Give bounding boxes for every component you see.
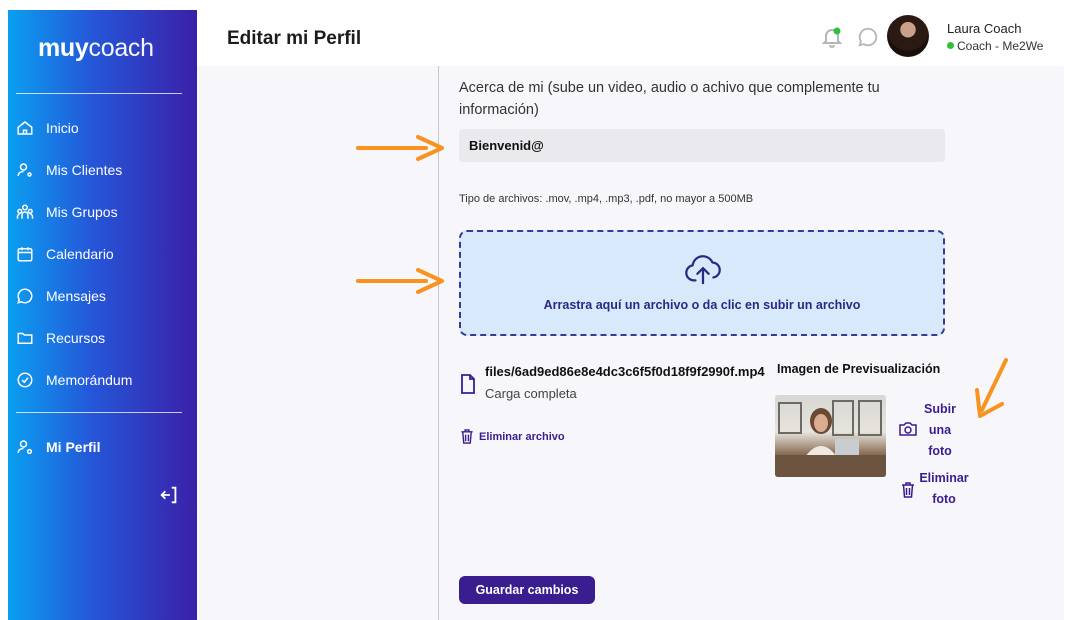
chat-icon[interactable] bbox=[857, 26, 879, 48]
app-frame: muycoach Inicio Mis Clientes Mis Grupos … bbox=[8, 10, 1064, 620]
user-icon bbox=[17, 163, 32, 177]
sidebar-item-memorandum[interactable]: Memorándum bbox=[16, 367, 132, 393]
user-name: Laura Coach bbox=[947, 21, 1022, 36]
logo: muycoach bbox=[38, 34, 154, 62]
chat-icon bbox=[17, 288, 33, 304]
sidebar-item-label: Memorándum bbox=[46, 372, 133, 388]
annotation-arrow-icon bbox=[356, 268, 444, 294]
page-title: Editar mi Perfil bbox=[227, 28, 362, 49]
sidebar-item-label: Mis Grupos bbox=[46, 204, 118, 220]
file-icon bbox=[461, 374, 475, 394]
sidebar-item-mensajes[interactable]: Mensajes bbox=[16, 283, 106, 309]
trash-icon bbox=[902, 482, 914, 498]
check-circle-icon bbox=[17, 372, 33, 388]
upload-status: Carga completa bbox=[485, 386, 577, 401]
status-dot bbox=[947, 42, 954, 49]
user-settings-icon bbox=[17, 440, 33, 455]
about-input[interactable] bbox=[459, 129, 945, 162]
sidebar-item-inicio[interactable]: Inicio bbox=[16, 115, 79, 141]
sidebar-item-label: Mi Perfil bbox=[46, 439, 101, 455]
folder-icon bbox=[17, 332, 33, 344]
delete-photo-label: Eliminar foto bbox=[919, 471, 969, 506]
preview-title: Imagen de Previsualización bbox=[777, 362, 941, 376]
avatar[interactable] bbox=[887, 15, 929, 57]
sidebar-item-label: Calendario bbox=[46, 246, 114, 262]
logout-icon[interactable] bbox=[158, 484, 180, 506]
cloud-upload-icon bbox=[685, 255, 721, 285]
home-icon bbox=[17, 121, 33, 135]
annotation-arrow-icon bbox=[975, 358, 1008, 418]
file-dropzone[interactable]: Arrastra aquí un archivo o da clic en su… bbox=[459, 230, 945, 336]
delete-file-label: Eliminar archivo bbox=[479, 430, 565, 443]
group-icon bbox=[16, 204, 34, 219]
sidebar-item-label: Mis Clientes bbox=[46, 162, 123, 178]
user-role: Coach - Me2We bbox=[947, 39, 1043, 53]
sidebar-item-label: Recursos bbox=[46, 330, 106, 346]
sidebar-divider bbox=[16, 412, 182, 413]
main-content: Editar mi Perfil Laura Coach Coach - Me2… bbox=[197, 10, 1064, 620]
camera-icon bbox=[899, 422, 917, 436]
sidebar-item-mis-grupos[interactable]: Mis Grupos bbox=[16, 199, 118, 225]
sidebar-divider bbox=[16, 93, 182, 94]
sidebar-item-mis-clientes[interactable]: Mis Clientes bbox=[16, 157, 122, 183]
sidebar-item-recursos[interactable]: Recursos bbox=[16, 325, 105, 351]
upload-photo-label: Subir una foto bbox=[924, 402, 956, 458]
sidebar-item-label: Inicio bbox=[46, 120, 79, 136]
sidebar: muycoach Inicio Mis Clientes Mis Grupos … bbox=[8, 10, 197, 620]
annotation-arrow-icon bbox=[356, 135, 444, 161]
about-label: Acerca de mi (sube un video, audio o ach… bbox=[459, 80, 880, 118]
trash-icon bbox=[461, 429, 473, 444]
top-bar: Editar mi Perfil Laura Coach Coach - Me2… bbox=[197, 10, 1064, 66]
uploaded-file-name: files/6ad9ed86e8e4dc3c6f5f0d18f9f2990f.m… bbox=[485, 364, 765, 379]
bell-icon[interactable] bbox=[820, 25, 844, 49]
delete-file-button[interactable]: Eliminar archivo bbox=[460, 429, 565, 444]
save-button[interactable]: Guardar cambios bbox=[459, 576, 595, 604]
calendar-icon bbox=[17, 247, 33, 262]
sidebar-item-calendario[interactable]: Calendario bbox=[16, 241, 114, 267]
preview-image bbox=[775, 395, 886, 477]
sidebar-item-mi-perfil[interactable]: Mi Perfil bbox=[16, 434, 100, 460]
file-types-hint: Tipo de archivos: .mov, .mp4, .mp3, .pdf… bbox=[459, 193, 754, 205]
dropzone-text: Arrastra aquí un archivo o da clic en su… bbox=[543, 298, 861, 312]
sidebar-item-label: Mensajes bbox=[46, 288, 106, 304]
